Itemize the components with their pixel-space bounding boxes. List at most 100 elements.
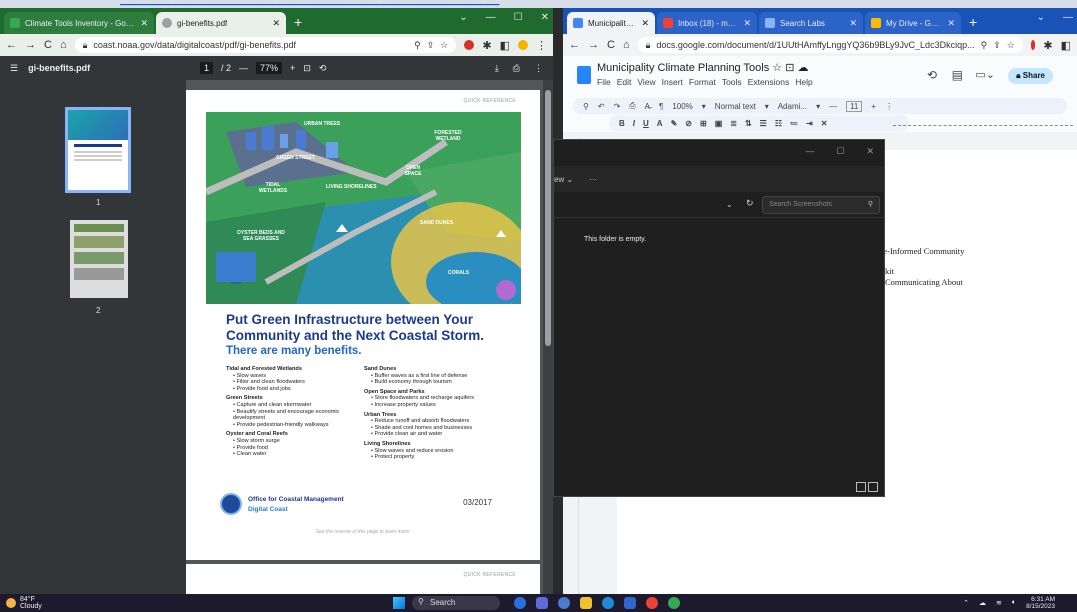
- thumbnail-page-2[interactable]: [70, 220, 128, 298]
- start-button[interactable]: [393, 597, 405, 609]
- zoom-level-input[interactable]: 77%: [256, 62, 283, 74]
- chrome-icon[interactable]: [646, 597, 658, 609]
- font-select[interactable]: Adami...: [778, 102, 807, 111]
- pdf-scrollbar[interactable]: [543, 80, 553, 594]
- address-bar[interactable]: 🔒︎ docs.google.com/document/d/1UUtHAmffy…: [637, 37, 1023, 53]
- add-comment-icon[interactable]: ⊞: [700, 119, 707, 128]
- onedrive-icon[interactable]: ☁: [979, 599, 986, 607]
- fit-page-icon[interactable]: ⊡: [303, 63, 311, 74]
- search-menus-icon[interactable]: ⚲: [583, 102, 589, 111]
- sidepanel-icon[interactable]: ◧: [1061, 39, 1071, 52]
- menu-item-help[interactable]: Help: [795, 77, 812, 87]
- maximize-button[interactable]: ☐: [514, 12, 523, 23]
- star-icon[interactable]: ☆: [772, 62, 782, 74]
- reload-icon[interactable]: C: [607, 39, 615, 51]
- font-size-input[interactable]: 11: [846, 100, 863, 112]
- indent-icon[interactable]: ⇥: [806, 119, 813, 128]
- copilot-icon[interactable]: [514, 597, 526, 609]
- home-icon[interactable]: ⌂: [60, 39, 67, 51]
- close-window-button[interactable]: ✕: [866, 146, 874, 157]
- menu-item-file[interactable]: File: [597, 77, 611, 87]
- tab-search-icon[interactable]: ⌄: [1037, 12, 1045, 23]
- text-color-icon[interactable]: A: [657, 119, 663, 128]
- puzzle-icon[interactable]: ✱: [482, 39, 491, 52]
- tab-climate-tools[interactable]: Climate Tools Inventory - Google ✕: [4, 12, 154, 34]
- clear-format-icon[interactable]: ✕: [821, 119, 828, 128]
- page-number-input[interactable]: 1: [200, 62, 214, 74]
- tab-search-labs[interactable]: Search Labs ✕: [759, 12, 863, 34]
- close-icon[interactable]: ✕: [635, 18, 649, 29]
- history-icon[interactable]: ⟲: [927, 68, 937, 82]
- close-icon[interactable]: ✕: [266, 18, 280, 29]
- tab-search-icon[interactable]: ⌄: [459, 12, 467, 23]
- menu-dots-icon[interactable]: ⋮: [536, 39, 547, 52]
- print-icon[interactable]: ⎙: [513, 63, 520, 74]
- bold-icon[interactable]: B: [619, 119, 625, 128]
- wifi-icon[interactable]: ≋: [996, 599, 1002, 607]
- tab-municipality-doc[interactable]: Municipality Climat ✕: [567, 12, 655, 34]
- italic-icon[interactable]: I: [633, 119, 635, 128]
- thumbnail-page-1[interactable]: [65, 107, 131, 193]
- share-button[interactable]: 🔒︎ Share: [1008, 68, 1053, 84]
- paint-format-icon[interactable]: ¶: [659, 102, 663, 111]
- volume-icon[interactable]: 🔈︎: [1012, 599, 1016, 607]
- hamburger-menu-icon[interactable]: ☰: [10, 63, 18, 74]
- refresh-icon[interactable]: ↻: [746, 198, 754, 209]
- print-icon[interactable]: ⎙: [629, 101, 635, 111]
- bookmark-star-icon[interactable]: ☆: [1007, 40, 1015, 51]
- file-explorer-icon[interactable]: [580, 597, 592, 609]
- zoom-icon[interactable]: ⚲: [414, 40, 421, 51]
- chrome-profile-icon[interactable]: [668, 597, 680, 609]
- zoom-select[interactable]: 100%: [672, 102, 692, 111]
- tab-gi-benefits[interactable]: gi-benefits.pdf ✕: [156, 12, 286, 34]
- underline-icon[interactable]: U: [643, 119, 649, 128]
- meet-icon[interactable]: ▭⌄: [975, 68, 995, 81]
- clock[interactable]: 6:31 AM 8/15/2023: [1026, 596, 1055, 610]
- back-icon[interactable]: ←: [569, 39, 580, 51]
- share-icon[interactable]: ⇪: [993, 40, 1001, 51]
- doc-title[interactable]: Municipality Climate Planning Tools ☆ ⊡ …: [597, 61, 809, 74]
- profile-avatar[interactable]: [518, 40, 528, 50]
- forward-icon[interactable]: →: [588, 39, 599, 51]
- zoom-out-button[interactable]: —: [239, 63, 248, 73]
- more-options-button[interactable]: ···: [589, 175, 597, 184]
- forward-icon[interactable]: →: [25, 39, 36, 51]
- details-view-icon[interactable]: [856, 482, 866, 492]
- insert-image-icon[interactable]: ▣: [715, 119, 723, 128]
- reload-icon[interactable]: C: [44, 39, 52, 51]
- minimize-button[interactable]: —: [1063, 12, 1073, 23]
- show-hidden-icons[interactable]: ⌃: [963, 599, 969, 607]
- close-icon[interactable]: ✕: [843, 18, 857, 29]
- menu-item-view[interactable]: View: [637, 77, 655, 87]
- extension-icon[interactable]: [1030, 40, 1036, 50]
- tab-my-drive[interactable]: My Drive - Google ✕: [865, 12, 961, 34]
- font-size-increase[interactable]: +: [871, 102, 876, 111]
- font-size-decrease[interactable]: —: [829, 102, 837, 111]
- redo-icon[interactable]: ↷: [614, 102, 621, 111]
- scrollbar-thumb[interactable]: [545, 90, 551, 346]
- address-bar[interactable]: 🔒︎ coast.noaa.gov/data/digitalcoast/pdf/…: [74, 37, 457, 53]
- spellcheck-icon[interactable]: A̶: [645, 102, 650, 111]
- checklist-icon[interactable]: ☰: [760, 119, 767, 128]
- more-icon[interactable]: ⋮: [885, 102, 893, 111]
- highlight-icon[interactable]: ✎: [671, 119, 678, 128]
- puzzle-icon[interactable]: ✱: [1043, 39, 1052, 52]
- extension-icon[interactable]: [464, 40, 475, 50]
- undo-icon[interactable]: ↶: [598, 102, 605, 111]
- new-tab-button[interactable]: +: [288, 12, 308, 34]
- view-menu-button[interactable]: ew ⌄: [554, 175, 573, 184]
- comment-icon[interactable]: ▤: [952, 68, 963, 82]
- doc-title-text[interactable]: Municipality Climate Planning Tools: [597, 62, 769, 74]
- zoom-icon[interactable]: ⚲: [981, 40, 988, 51]
- close-icon[interactable]: ✕: [941, 18, 955, 29]
- home-icon[interactable]: ⌂: [623, 39, 630, 51]
- taskbar-search[interactable]: ⚲ Search: [412, 596, 500, 610]
- chevron-down-icon[interactable]: ⌄: [726, 200, 733, 209]
- minimize-button[interactable]: —: [486, 12, 496, 23]
- more-options-icon[interactable]: ⋮: [534, 63, 543, 74]
- zoom-in-button[interactable]: +: [290, 63, 295, 73]
- weather-widget[interactable]: 84°F Cloudy: [6, 596, 42, 610]
- store-icon[interactable]: [624, 597, 636, 609]
- task-view-icon[interactable]: [536, 597, 548, 609]
- move-icon[interactable]: ⊡: [785, 62, 794, 74]
